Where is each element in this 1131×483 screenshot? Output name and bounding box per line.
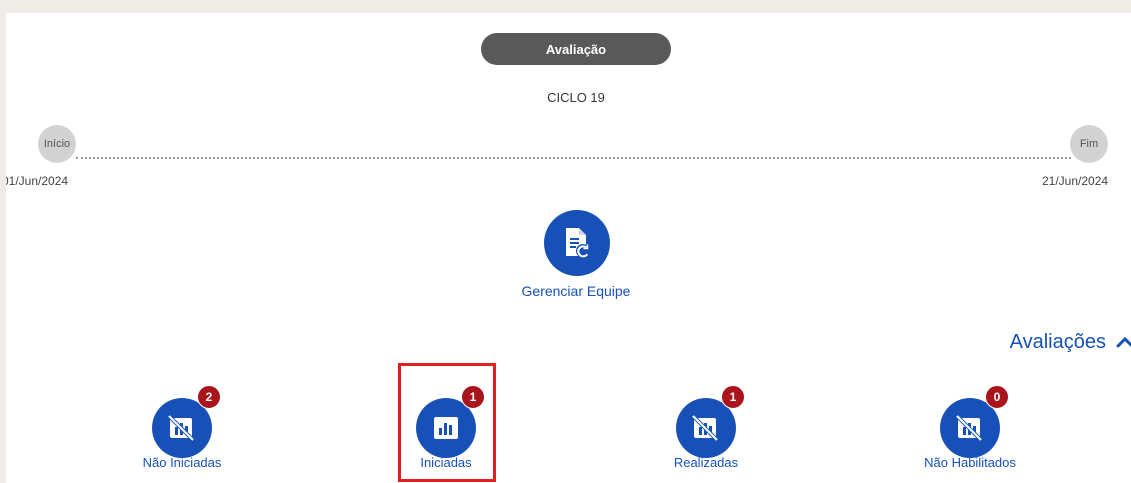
document-refresh-icon <box>566 228 590 258</box>
cycle-label: CICLO 19 <box>547 90 605 105</box>
bar-chart-icon <box>434 417 458 439</box>
timeline-end-date: 21/Jun/2024 <box>1042 174 1109 188</box>
evaluations-section-title[interactable]: Avaliações <box>956 331 1106 354</box>
timeline-start-date: 01/Jun/2024 <box>6 174 69 188</box>
count-badge: 1 <box>721 385 745 409</box>
eval-label-realizadas[interactable]: Realizadas <box>630 455 782 470</box>
count-badge: 1 <box>461 385 485 409</box>
eval-item-iniciadas[interactable]: 1 Iniciadas <box>370 385 522 470</box>
evaluation-pill[interactable]: Avaliação <box>481 33 671 65</box>
eval-item-nao-habilitados[interactable]: 0 Não Habilitados <box>894 385 1046 470</box>
count-badge: 2 <box>197 385 221 409</box>
eval-label-nao-iniciadas[interactable]: Não Iniciadas <box>106 455 258 470</box>
eval-item-realizadas[interactable]: 1 Realizadas <box>630 385 782 470</box>
manage-team-label[interactable]: Gerenciar Equipe <box>476 283 676 299</box>
evaluation-panel: Avaliação CICLO 19 Início Fim 01/Jun/202… <box>6 13 1131 483</box>
chart-off-icon <box>691 414 719 442</box>
timeline-end-node: Fim <box>1070 125 1108 163</box>
timeline-start-label: Início <box>43 138 71 150</box>
timeline-start-node: Início <box>38 125 76 163</box>
manage-team-button[interactable] <box>544 210 610 276</box>
count-badge: 0 <box>985 385 1009 409</box>
eval-label-nao-habilitados[interactable]: Não Habilitados <box>894 455 1046 470</box>
timeline-end-label: Fim <box>1079 138 1099 150</box>
chevron-up-icon[interactable] <box>1116 335 1131 349</box>
timeline-line <box>76 157 1071 159</box>
eval-label-iniciadas[interactable]: Iniciadas <box>370 455 522 470</box>
chart-off-icon <box>167 414 195 442</box>
chart-off-icon <box>955 414 983 442</box>
eval-item-nao-iniciadas[interactable]: 2 Não Iniciadas <box>106 385 258 470</box>
